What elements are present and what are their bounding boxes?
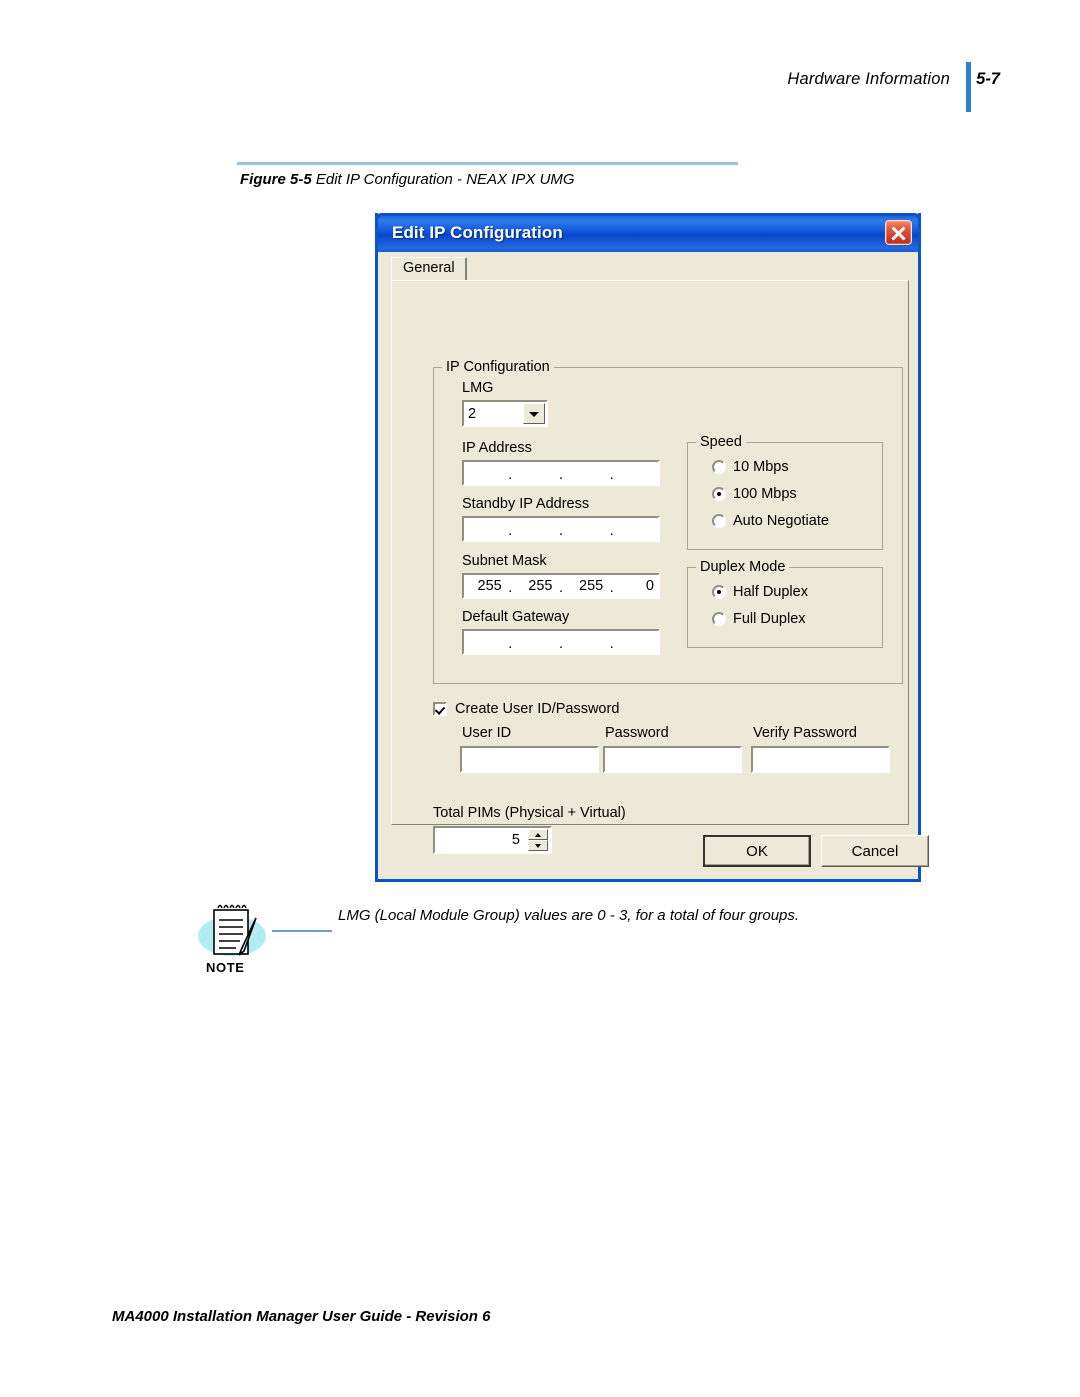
lmg-label: LMG <box>462 380 494 396</box>
verify-password-label: Verify Password <box>753 725 857 741</box>
subnet-mask-separator-3: . <box>609 580 614 596</box>
radio-icon <box>712 585 726 599</box>
password-value <box>605 749 609 765</box>
speed-group-title: Speed <box>696 434 746 450</box>
total-pims-stepper[interactable]: 5 <box>433 826 552 854</box>
standby-ip-address-label: Standby IP Address <box>462 496 590 512</box>
radio-speed-10mbps[interactable]: 10 Mbps <box>712 459 789 475</box>
tabstrip: General <box>391 257 909 281</box>
ip-address-input[interactable]: . . . <box>462 460 660 486</box>
dialog-title: Edit IP Configuration <box>392 223 563 242</box>
page-header: Hardware Information 5-7 <box>0 70 1080 110</box>
dialog-titlebar[interactable]: Edit IP Configuration <box>375 213 921 252</box>
figure-caption: Figure 5-5 Edit IP Configuration - NEAX … <box>240 171 575 188</box>
standby-ip-separator-1: . <box>508 523 513 539</box>
verify-password-input[interactable] <box>751 746 890 773</box>
chevron-down-icon[interactable] <box>523 403 545 424</box>
radio-half-duplex[interactable]: Half Duplex <box>712 584 808 600</box>
user-id-value <box>462 749 466 765</box>
default-gateway-separator-2: . <box>558 636 564 652</box>
total-pims-spin-buttons <box>528 829 548 851</box>
ok-button[interactable]: OK <box>703 835 811 867</box>
header-accent-bar <box>966 62 971 112</box>
subnet-mask-octet-1: 255 <box>477 577 502 594</box>
lmg-value: 2 <box>468 405 477 422</box>
ip-configuration-group: IP Configuration LMG 2 IP Address . . . <box>433 359 903 684</box>
radio-speed-100mbps[interactable]: 100 Mbps <box>712 486 797 502</box>
radio-icon <box>712 612 726 626</box>
ip-address-separator-2: . <box>558 467 564 483</box>
duplex-mode-group: Duplex Mode Half Duplex Full Duplex <box>687 559 883 648</box>
tab-divider <box>465 258 467 280</box>
create-user-id-password-label: Create User ID/Password <box>455 701 620 717</box>
close-icon[interactable] <box>885 220 912 245</box>
figure-label: Figure 5-5 <box>240 171 312 188</box>
tab-general[interactable]: General <box>391 257 467 281</box>
default-gateway-separator-1: . <box>508 636 513 652</box>
ok-button-label: OK <box>746 842 768 860</box>
cancel-button-label: Cancel <box>851 842 899 860</box>
create-user-id-password-checkbox[interactable]: Create User ID/Password <box>433 701 619 717</box>
default-gateway-separator-3: . <box>609 636 614 652</box>
radio-half-duplex-label: Half Duplex <box>733 584 808 600</box>
radio-icon <box>712 514 726 528</box>
note-label: NOTE <box>206 960 245 975</box>
ip-configuration-group-title: IP Configuration <box>442 359 554 375</box>
subnet-mask-octet-4: 0 <box>645 577 654 594</box>
radio-speed-auto-negotiate[interactable]: Auto Negotiate <box>712 513 829 529</box>
subnet-mask-octet-2: 255 <box>528 577 553 594</box>
radio-full-duplex[interactable]: Full Duplex <box>712 611 806 627</box>
subnet-mask-octet-3: 255 <box>579 577 604 594</box>
radio-speed-100mbps-label: 100 Mbps <box>733 486 797 502</box>
standby-ip-separator-2: . <box>558 523 564 539</box>
radio-icon <box>712 487 726 501</box>
note-block: NOTE LMG (Local Module Group) values are… <box>196 902 896 992</box>
figure-rule <box>237 162 738 165</box>
subnet-mask-separator-2: . <box>558 580 564 596</box>
cancel-button[interactable]: Cancel <box>821 835 929 867</box>
verify-password-value <box>753 749 757 765</box>
total-pims-label: Total PIMs (Physical + Virtual) <box>433 805 626 821</box>
radio-speed-10mbps-label: 10 Mbps <box>733 459 789 475</box>
default-gateway-input[interactable]: . . . <box>462 629 660 655</box>
spinner-down-icon[interactable] <box>528 840 548 851</box>
tab-panel-general: IP Configuration LMG 2 IP Address . . . <box>391 280 909 854</box>
checkbox-icon <box>433 702 447 716</box>
note-text: LMG (Local Module Group) values are 0 - … <box>338 907 800 924</box>
radio-icon <box>712 460 726 474</box>
spinner-up-icon[interactable] <box>528 829 548 840</box>
subnet-mask-input[interactable]: 255 . 255 . 255 . 0 <box>462 573 660 599</box>
edit-ip-configuration-dialog: Edit IP Configuration General IP Configu… <box>375 213 929 882</box>
standby-ip-separator-3: . <box>609 523 614 539</box>
user-id-input[interactable] <box>460 746 599 773</box>
subnet-mask-label: Subnet Mask <box>462 553 547 569</box>
ip-address-separator-3: . <box>609 467 614 483</box>
lmg-combobox[interactable]: 2 <box>462 400 548 427</box>
page-footer: MA4000 Installation Manager User Guide -… <box>112 1308 491 1325</box>
default-gateway-label: Default Gateway <box>462 609 570 625</box>
ip-address-label: IP Address <box>462 440 532 456</box>
figure-caption-text: Edit IP Configuration - NEAX IPX UMG <box>315 171 575 188</box>
header-page-number: 5-7 <box>976 70 1000 88</box>
radio-full-duplex-label: Full Duplex <box>733 611 806 627</box>
password-input[interactable] <box>603 746 742 773</box>
ip-address-separator-1: . <box>508 467 513 483</box>
duplex-mode-group-title: Duplex Mode <box>696 559 790 575</box>
standby-ip-address-input[interactable]: . . . <box>462 516 660 542</box>
user-id-label: User ID <box>462 725 512 741</box>
tab-general-label: General <box>403 260 455 276</box>
speed-group: Speed 10 Mbps 100 Mbps Auto Negotiate <box>687 434 883 550</box>
note-leader-line <box>272 930 332 932</box>
notepad-pencil-icon <box>198 904 266 956</box>
password-label: Password <box>605 725 669 741</box>
subnet-mask-separator-1: . <box>508 580 513 596</box>
radio-speed-auto-negotiate-label: Auto Negotiate <box>733 513 829 529</box>
header-section-title: Hardware Information <box>787 70 950 88</box>
